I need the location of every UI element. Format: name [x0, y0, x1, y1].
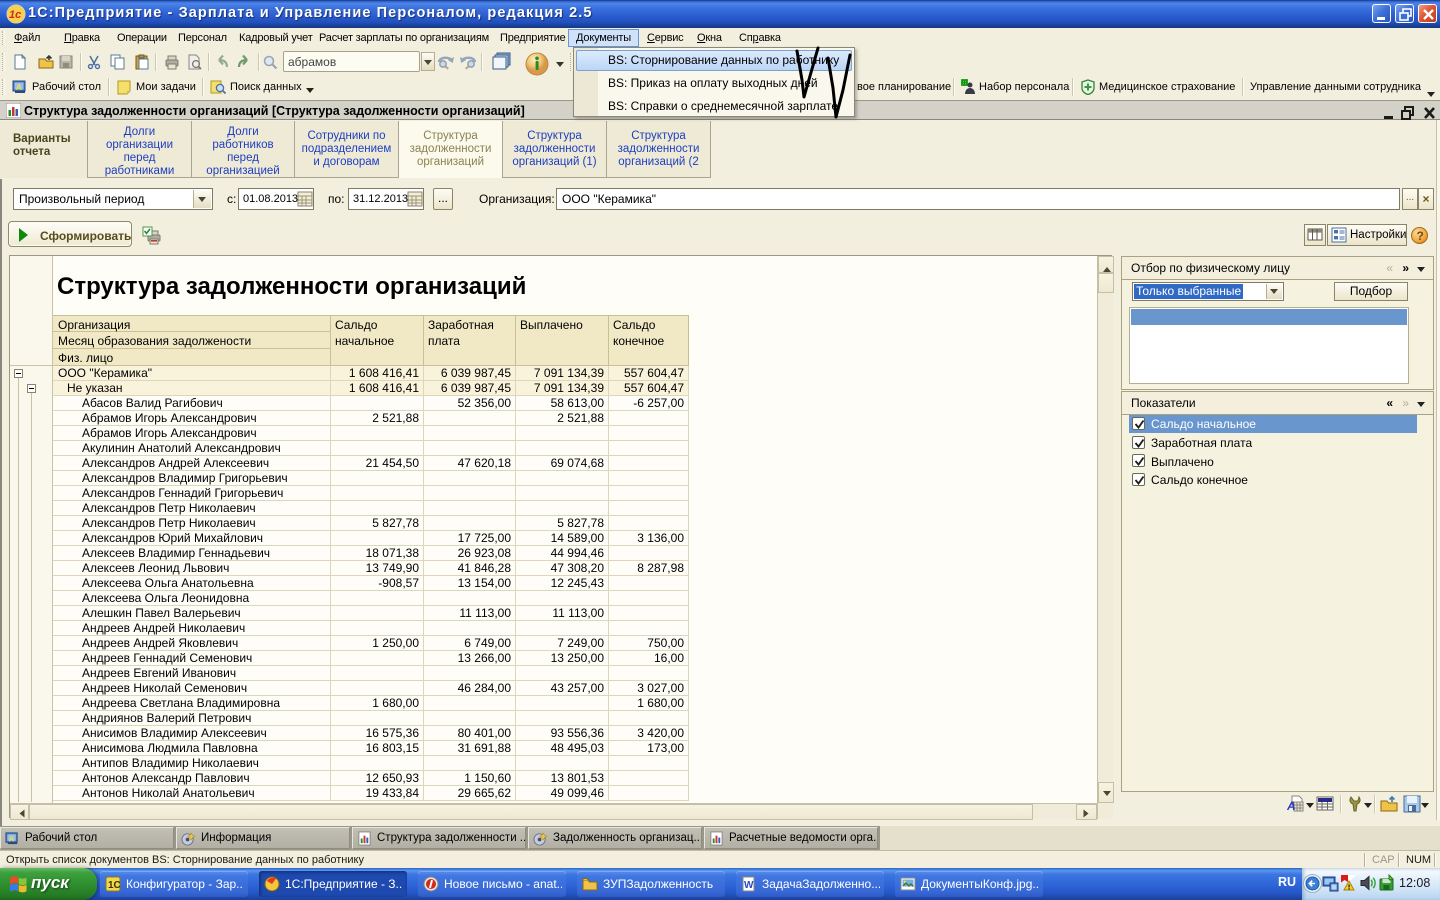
svg-text:A: A [16, 83, 22, 92]
svg-text:W: W [744, 880, 754, 891]
svg-text:A: A [9, 834, 15, 843]
svg-text:A: A [1287, 799, 1296, 813]
svg-text:1C: 1C [108, 880, 121, 891]
svg-text:1с: 1с [9, 9, 21, 21]
